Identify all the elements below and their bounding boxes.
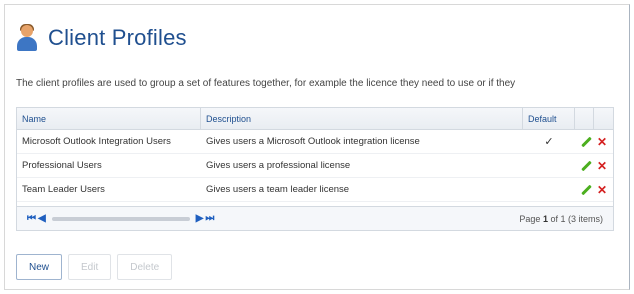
next-page-icon[interactable]: ▶ — [196, 213, 204, 224]
delete-x-icon[interactable]: ✕ — [597, 160, 607, 172]
row-description: Gives users a team leader license — [206, 184, 350, 195]
row-name: Team Leader Users — [22, 184, 105, 195]
page-description: The client profiles are used to group a … — [16, 78, 516, 89]
row-default — [523, 154, 575, 177]
table-row[interactable]: Professional Users Gives users a profess… — [17, 154, 613, 178]
row-description: Gives users a Microsoft Outlook integrat… — [206, 136, 420, 147]
row-default: ✓ — [523, 130, 575, 153]
delete-x-icon[interactable]: ✕ — [597, 184, 607, 196]
table-row[interactable]: Microsoft Outlook Integration Users Give… — [17, 130, 613, 154]
first-page-icon[interactable]: ⏮ — [27, 213, 36, 224]
delete-x-icon[interactable]: ✕ — [597, 136, 607, 148]
current-page: 1 — [542, 213, 548, 224]
action-buttons: New Edit Delete — [16, 254, 173, 280]
row-description: Gives users a professional license — [206, 160, 351, 171]
delete-button: Delete — [117, 254, 173, 280]
row-name: Professional Users — [22, 160, 102, 171]
previous-page-icon[interactable]: ◀ — [38, 213, 46, 224]
last-page-icon[interactable]: ⏭ — [205, 213, 214, 224]
column-header-edit — [575, 108, 594, 129]
row-actions: ✕ — [575, 130, 613, 153]
edit-pencil-icon[interactable] — [581, 137, 591, 147]
page-title: Client Profiles — [48, 25, 187, 50]
row-name: Microsoft Outlook Integration Users — [22, 136, 171, 147]
edit-pencil-icon[interactable] — [581, 161, 591, 171]
row-default — [523, 178, 575, 201]
profiles-grid: Name Description Default Microsoft Outlo… — [16, 107, 614, 231]
page-label: Page — [519, 213, 541, 224]
grid-header: Name Description Default — [17, 108, 613, 130]
page-header: Client Profiles — [16, 22, 187, 54]
column-header-description[interactable]: Description — [201, 108, 523, 129]
column-header-default[interactable]: Default — [523, 108, 575, 129]
new-button[interactable]: New — [16, 254, 63, 280]
column-header-name[interactable]: Name — [17, 108, 201, 129]
column-header-delete — [594, 108, 613, 129]
page-info: Page 1 of 1 (3 items) — [519, 214, 603, 224]
table-row[interactable]: Team Leader Users Gives users a team lea… — [17, 178, 613, 202]
edit-pencil-icon[interactable] — [581, 185, 591, 195]
row-actions: ✕ — [575, 178, 613, 201]
page-slider[interactable] — [51, 216, 190, 221]
row-actions: ✕ — [575, 154, 613, 177]
grid-pager: ⏮ ◀ ▶ ⏭ Page 1 of 1 (3 items) — [17, 206, 613, 230]
user-profile-icon — [16, 24, 38, 52]
check-icon: ✓ — [544, 136, 554, 148]
edit-button: Edit — [68, 254, 112, 280]
page-total: of 1 (3 items) — [550, 213, 603, 224]
